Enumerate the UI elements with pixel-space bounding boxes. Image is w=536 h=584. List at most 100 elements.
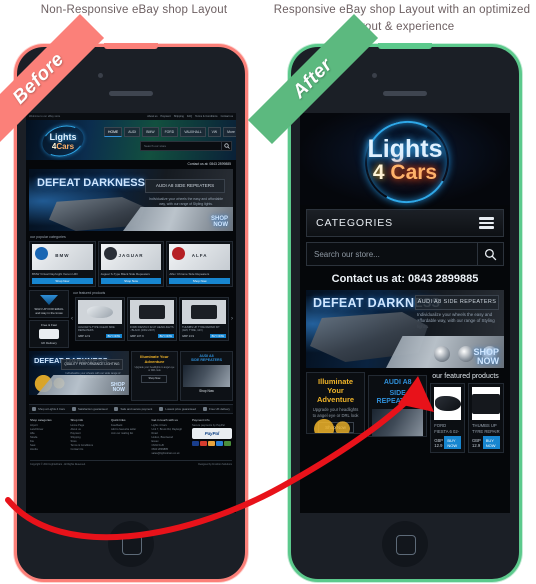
mobile-search[interactable]: Search our store...: [306, 242, 504, 266]
truck-icon: [203, 407, 208, 411]
desktop-search[interactable]: Search our store: [140, 141, 232, 151]
product-list: JAGUAR S-TYPE CLEAR SIDE REPEATERS GBP 1…: [75, 297, 229, 341]
paypal-logo: PayPal: [192, 428, 232, 439]
maestro-icon: [208, 441, 215, 446]
buy-now-button[interactable]: BUY NOW: [157, 334, 174, 338]
product-image: [130, 300, 174, 324]
product-image: [434, 387, 461, 420]
hero-cta-line2: NOW: [213, 222, 228, 228]
footer-item[interactable]: Honda: [30, 448, 67, 452]
logo-line1: Lights: [49, 132, 77, 142]
product-list: FORD FIESTA 6 02-07 HEADLIGHTS - BLACK G…: [430, 383, 504, 453]
promo-image: [183, 364, 230, 387]
footer-item[interactable]: Join our mailing list: [111, 432, 148, 436]
buy-now-button[interactable]: BUY NOW: [105, 334, 122, 338]
buy-now-button[interactable]: BUY NOW: [444, 436, 461, 449]
delivery-box: Free & Fast UK Delivery: [29, 320, 69, 348]
footer-column-payment: Payment info Secure payments by PayPal P…: [192, 418, 232, 456]
product-card[interactable]: THUMBS UP TYRE REPAIR KIT (AMI, TYRE, 12…: [179, 297, 229, 341]
hero-subtext: Individualize your wheels the easy and a…: [148, 197, 223, 206]
mobile-logo[interactable]: Lights 4 Cars: [300, 113, 510, 213]
card-icons: [192, 441, 232, 446]
newsletter-text: SIGN UP FOR EMAIL and stay in the know: [34, 307, 64, 315]
nav-item-ford[interactable]: FORD: [160, 127, 179, 137]
category-name: Jaguar S-Type Black Side Repeaters: [100, 272, 150, 276]
product-card[interactable]: FORD FIESTA 6 02-07 HEADLIGHTS - BLACK G…: [430, 383, 465, 453]
hero-cta-line2: NOW: [477, 356, 499, 366]
promo-illuminate[interactable]: Illuminate Your Adventure Upgrade your h…: [306, 372, 366, 434]
promo-title-line2: SIDE REPEATERS: [376, 390, 419, 405]
product-card[interactable]: THUMBS UP TYRE REPAIR KIT (AMI, TYPE GBP…: [468, 383, 504, 453]
promo-title-line2: SIDE REPEATERS: [190, 358, 223, 363]
footer-heading: Shop categories: [30, 418, 52, 422]
category-card[interactable]: BMW BMW Virtual Day/Light Xenon HID Shop…: [29, 241, 96, 287]
product-price: GBP 107.9: [130, 334, 144, 338]
top-link[interactable]: Contact us: [221, 115, 233, 118]
lamp-icon: [434, 346, 450, 362]
buy-now-button[interactable]: BUY NOW: [482, 436, 500, 449]
mobile-hero-banner[interactable]: DEFEAT DARKNESS AUDI A8 SIDE REPEATERS I…: [306, 290, 504, 368]
desktop-search-input[interactable]: Search our store: [141, 142, 221, 150]
top-link[interactable]: FAQ: [187, 115, 192, 118]
categories-label: CATEGORIES: [316, 217, 394, 229]
search-input[interactable]: Search our store...: [307, 243, 477, 265]
hero-cta[interactable]: SHOP NOW: [211, 216, 228, 228]
nav-item-vw[interactable]: VW: [207, 127, 222, 137]
product-card[interactable]: FORD FIESTA 6 02-07 HEADLIGHTS - BLACK (…: [127, 297, 177, 341]
category-cta[interactable]: Shop Now: [32, 278, 93, 284]
search-icon[interactable]: [221, 142, 231, 150]
promo-cta[interactable]: Shop Now: [141, 375, 168, 384]
top-link[interactable]: Payment: [161, 115, 171, 118]
nav-item-bmw[interactable]: BMW: [142, 127, 159, 137]
category-cta[interactable]: Shop Now: [169, 278, 231, 284]
promo-cta[interactable]: SHOP NOW: [111, 383, 125, 393]
promo-repeaters[interactable]: AUDI A8 SIDE REPEATERS Shop Now: [368, 375, 428, 437]
category-card[interactable]: ALFA Alfa / Chrome Side Repeaters Shop N…: [166, 241, 234, 287]
home-button[interactable]: [108, 521, 154, 567]
desktop-site: Welcome to our eBay store About us Payme…: [26, 113, 236, 466]
promo-banner-defeat-darkness[interactable]: DEFEAT DARKNESS QUALITY PERFORMANCE LIGH…: [29, 351, 129, 395]
top-link[interactable]: Terms & Conditions: [195, 115, 218, 118]
carousel-next-icon[interactable]: ›: [231, 316, 233, 322]
categories-menu-button[interactable]: CATEGORIES: [306, 209, 504, 237]
nav-item-audi[interactable]: AUDI: [124, 127, 141, 137]
screen-before: Welcome to our eBay store About us Payme…: [26, 113, 236, 513]
category-card[interactable]: JAGUAR Jaguar S-Type Black Side Repeater…: [97, 241, 165, 287]
home-button[interactable]: [382, 521, 428, 567]
shop-icon: [32, 407, 36, 411]
nav-item-vauxhall[interactable]: VAUXHALL: [180, 127, 206, 137]
promo-banner-illuminate[interactable]: Illuminate Your Adventure Upgrade your h…: [130, 351, 178, 401]
site-logo[interactable]: Lights 4Cars: [34, 120, 92, 162]
top-link[interactable]: Shipping: [174, 115, 184, 118]
category-cta[interactable]: Shop Now: [100, 278, 162, 284]
top-links[interactable]: About us Payment Shipping FAQ Terms & Co…: [147, 115, 233, 118]
footer-column-shop-categories: Shop categories Airport Land Rover Alfa …: [30, 418, 67, 456]
newsletter-box[interactable]: SIGN UP FOR EMAIL and stay in the know: [29, 290, 69, 318]
product-card[interactable]: JAGUAR S-TYPE CLEAR SIDE REPEATERS GBP 1…: [75, 297, 125, 341]
promo-title-line2: Adventure: [144, 359, 165, 364]
comparison-stage: Non-Responsive eBay shop Layout Responsi…: [0, 0, 536, 584]
search-icon[interactable]: [477, 243, 503, 265]
buy-now-button[interactable]: BUY NOW: [209, 334, 226, 338]
main-nav[interactable]: HOME AUDI BMW FORD VAUXHALL VW More: [104, 127, 236, 137]
product-image: [78, 300, 122, 324]
nav-item-home[interactable]: HOME: [104, 127, 123, 137]
promo-cta[interactable]: Shop Now: [183, 389, 230, 393]
top-link[interactable]: About us: [147, 115, 157, 118]
carousel-prev-icon[interactable]: ‹: [71, 316, 73, 322]
earpiece-speaker: [383, 91, 427, 96]
footer-heading: Payment info: [192, 418, 210, 422]
footer-item[interactable]: Contact Us: [71, 448, 108, 452]
mail-icon: [32, 293, 66, 307]
hero-cta[interactable]: SHOP NOW: [473, 348, 499, 366]
desktop-hero-banner[interactable]: DEFEAT DARKNESS AUDI A8 SIDE REPEATERS I…: [29, 169, 233, 231]
category-brand: JAGUAR: [118, 253, 144, 258]
logo-word: Cars: [56, 142, 75, 151]
promo-title-line1: AUDI A8: [383, 379, 412, 386]
promo-banner-repeaters[interactable]: AUDI A8 SIDE REPEATERS Shop Now: [180, 351, 233, 401]
product-image: [182, 300, 226, 324]
footer-email[interactable]: sales@lights4cars.co.uk: [152, 452, 189, 456]
desktop-contact: Contact us at: 0843 2899885: [26, 160, 236, 168]
nav-item-more[interactable]: More: [223, 127, 236, 137]
hamburger-icon[interactable]: [479, 217, 494, 229]
